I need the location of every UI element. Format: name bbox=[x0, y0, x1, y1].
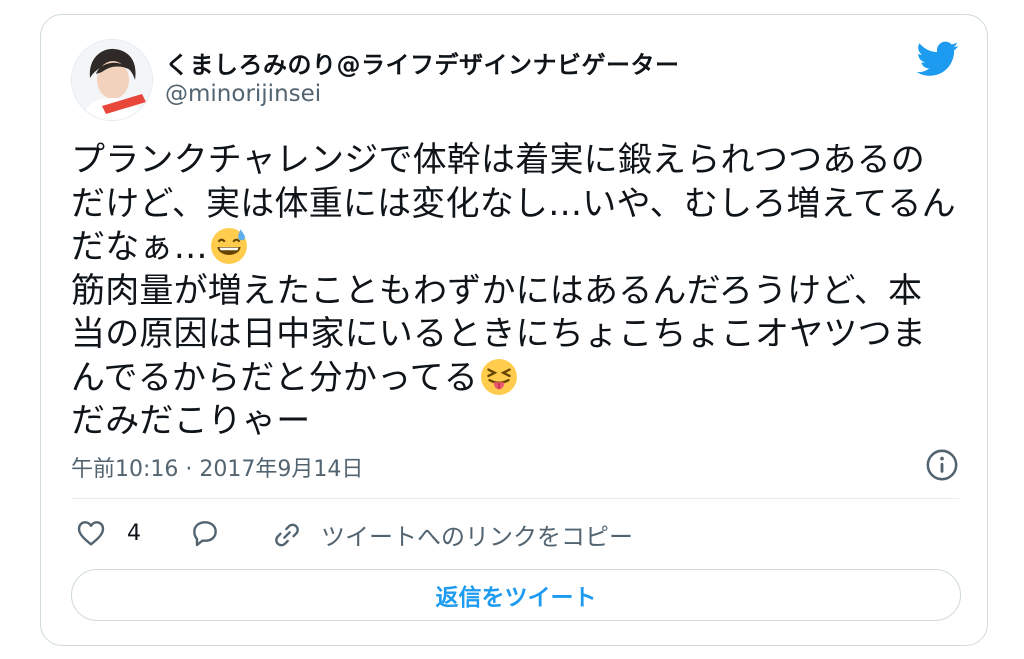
handle[interactable]: @minorijinsei bbox=[165, 81, 321, 107]
divider bbox=[71, 498, 959, 499]
tweet-text: プランクチャレンジで体幹は着実に鍛えられつつあるの だけど、実は体重には変化なし… bbox=[71, 139, 971, 444]
display-name[interactable]: くましろみのり@ライフデザインナビゲーター bbox=[165, 45, 680, 80]
tweet-line: だなぁ… bbox=[71, 227, 208, 267]
squinting-tongue-emoji bbox=[481, 358, 517, 395]
copy-link-button[interactable]: ツイートへのリンクをコピー bbox=[271, 517, 633, 552]
avatar-image bbox=[72, 40, 152, 120]
timestamp[interactable]: 午前10:16 · 2017年9月14日 bbox=[71, 451, 363, 483]
heart-icon bbox=[77, 521, 105, 546]
tweet-line: だけど、実は体重には変化なし…いや、むしろ増えてるん bbox=[71, 183, 956, 224]
avatar[interactable] bbox=[71, 39, 153, 121]
tweet-line-with-emoji: だなぁ… bbox=[71, 226, 971, 270]
tweet-line: プランクチャレンジで体幹は着実に鍛えられつつあるの bbox=[71, 140, 925, 180]
tweet-line: 当の原因は日中家にいるときにちょこちょこオヤツつま bbox=[71, 314, 926, 354]
tweet-line: 筋肉量が増えたこともわずかにはあるんだろうけど、本 bbox=[71, 270, 923, 311]
like-count: 4 bbox=[127, 520, 141, 546]
twitter-bird-icon[interactable] bbox=[917, 41, 959, 77]
reply-tweet-button[interactable]: 返信をツイート bbox=[71, 569, 961, 621]
like-button[interactable]: 4 bbox=[75, 517, 141, 549]
tweet-line-with-emoji: んでるからだと分かってる bbox=[71, 357, 971, 401]
reply-bubble-icon bbox=[193, 521, 217, 547]
copy-link-label: ツイートへのリンクをコピー bbox=[321, 523, 633, 551]
tweet-line: んでるからだと分かってる bbox=[71, 357, 478, 398]
info-icon[interactable] bbox=[925, 448, 959, 482]
tweet-line: だみだこりゃー bbox=[71, 401, 311, 441]
link-icon bbox=[275, 523, 299, 546]
tweet-card: くましろみのり@ライフデザインナビゲーター @minorijinsei プランク… bbox=[40, 14, 988, 646]
reply-button[interactable] bbox=[189, 517, 221, 549]
grinning-sweat-emoji bbox=[210, 228, 247, 264]
reply-tweet-label: 返信をツイート bbox=[435, 585, 597, 611]
